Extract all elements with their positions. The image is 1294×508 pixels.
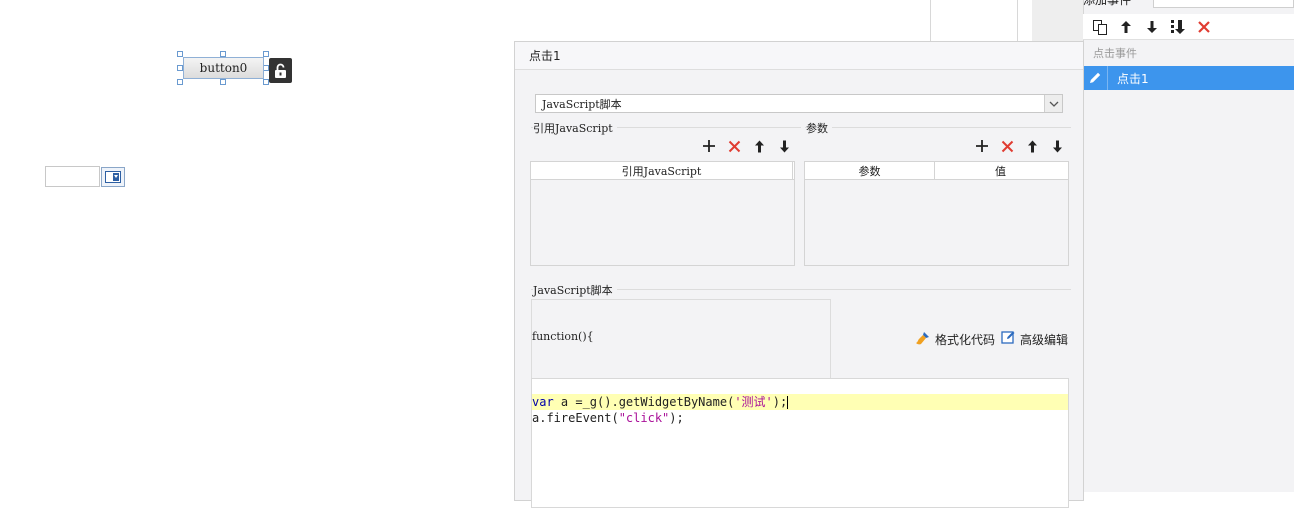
code-text: a =_g().getWidgetByName( (553, 395, 735, 409)
panel-divider (930, 0, 931, 41)
chevron-down-icon[interactable] (1044, 95, 1062, 112)
copy-icon[interactable] (1091, 18, 1109, 36)
dialog-title: 点击1 (515, 42, 1083, 70)
close-icon[interactable] (1195, 18, 1213, 36)
event-type-value: JavaScript脚本 (542, 97, 622, 111)
format-code-button[interactable]: 格式化代码 (915, 330, 995, 349)
ref-js-column-header[interactable]: 引用JavaScript (531, 162, 793, 180)
script-group-title: JavaScript脚本 (533, 282, 617, 298)
arrow-up-icon[interactable] (1024, 138, 1040, 154)
add-event-label: 添加事件 (1083, 0, 1132, 7)
code-editor[interactable]: var a =_g().getWidgetByName('测试'); a.fir… (531, 378, 1069, 508)
pencil-icon[interactable] (1083, 66, 1108, 90)
panel-strip (1032, 0, 1083, 41)
code-line-2[interactable]: a.fireEvent("click"); (532, 410, 684, 426)
code-text: ); (772, 395, 788, 409)
params-table[interactable]: 参数 值 (804, 161, 1069, 266)
plus-icon[interactable] (974, 138, 990, 154)
calendar-icon[interactable] (101, 167, 125, 187)
event-section-label: 点击事件 (1093, 47, 1137, 60)
arrow-down-icon[interactable] (1143, 18, 1161, 36)
code-string: '测试' (734, 395, 773, 409)
event-list-item[interactable]: 点击1 (1083, 66, 1294, 90)
resize-handle-s[interactable] (220, 79, 226, 85)
ref-js-table[interactable]: 引用JavaScript (530, 161, 795, 266)
ref-js-table-header: 引用JavaScript (531, 162, 794, 180)
close-icon[interactable] (726, 138, 742, 154)
arrow-down-icon[interactable] (776, 138, 792, 154)
event-type-select[interactable]: JavaScript脚本 (535, 94, 1063, 113)
advanced-edit-button[interactable]: 高级编辑 (1001, 330, 1068, 348)
add-event-dropdown[interactable] (1153, 0, 1294, 8)
event-editor-dialog: 点击1 JavaScript脚本 引用JavaScript 引用JavaScri… (514, 41, 1084, 508)
advanced-edit-label: 高级编辑 (1020, 332, 1069, 347)
params-column-name[interactable]: 参数 (805, 162, 935, 180)
brush-icon (915, 330, 931, 349)
close-icon[interactable] (999, 138, 1015, 154)
plus-icon[interactable] (701, 138, 717, 154)
edit-icon (1001, 330, 1016, 348)
code-keyword: var (532, 395, 554, 409)
text-caret (787, 396, 789, 409)
date-widget-input[interactable] (45, 166, 100, 187)
lock-open-icon[interactable] (269, 58, 292, 83)
params-group-title: 参数 (806, 120, 832, 136)
code-string: "click" (618, 411, 670, 425)
resize-handle-sw[interactable] (177, 79, 183, 85)
arrow-up-icon[interactable] (1117, 18, 1135, 36)
arrow-down-icon[interactable] (1049, 138, 1065, 154)
format-code-label: 格式化代码 (935, 333, 996, 347)
function-signature: function(){ (532, 330, 594, 343)
ref-js-group-title: 引用JavaScript (533, 120, 617, 136)
code-text: ); (669, 411, 684, 425)
panel-divider (1017, 0, 1018, 41)
params-column-value[interactable]: 值 (935, 162, 1066, 180)
move-bottom-icon[interactable] (1169, 18, 1187, 36)
code-text: a.fireEvent( (532, 411, 619, 425)
group-divider (805, 127, 1071, 128)
arrow-up-icon[interactable] (751, 138, 767, 154)
function-signature-box: function(){ (531, 299, 831, 379)
code-line-1[interactable]: var a =_g().getWidgetByName('测试'); (532, 394, 1068, 410)
params-table-header: 参数 值 (805, 162, 1068, 180)
event-toolbar (1083, 14, 1294, 40)
event-list-item-label: 点击1 (1117, 71, 1149, 86)
canvas-button-widget[interactable]: button0 (183, 57, 264, 79)
